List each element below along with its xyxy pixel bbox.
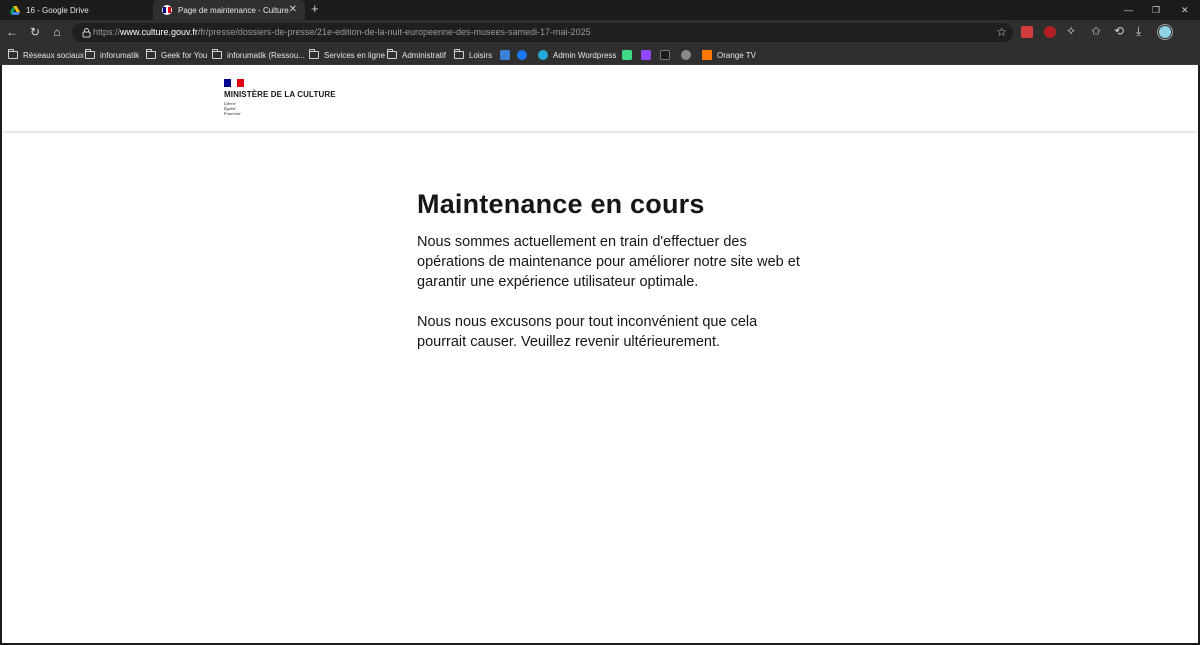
bookmark-folder-inforumatik-ressources[interactable]: inforumatik (Ressou...	[212, 49, 305, 61]
apology-message: Nous nous excusons pour tout inconvénien…	[417, 314, 758, 350]
ministry-name: MINISTÈRE DE LA CULTURE	[224, 90, 336, 99]
maintenance-message: Nous sommes actuellement en train d'effe…	[417, 234, 800, 290]
google-drive-icon	[10, 5, 20, 15]
folder-icon	[8, 49, 18, 59]
tab-strip: 16 - Google Drive Page de maintenance - …	[0, 0, 1200, 20]
url-scheme: https://	[93, 27, 121, 37]
bookmark-dark-app[interactable]	[660, 49, 675, 61]
profile-avatar[interactable]	[1158, 25, 1172, 39]
bookmark-folder-inforumatik[interactable]: inforumatik	[85, 49, 139, 61]
bookmark-folder-reseaux-sociaux[interactable]: Réseaux sociaux	[8, 49, 84, 61]
meta-icon	[517, 50, 527, 60]
bookmark-orange-tv[interactable]: Orange TV	[702, 49, 756, 61]
android-icon	[622, 50, 632, 60]
bookmark-meta[interactable]	[517, 49, 532, 61]
bookmark-label: Réseaux sociaux	[23, 50, 84, 60]
close-window-icon[interactable]: ✕	[1181, 4, 1189, 16]
bookmark-label: inforumatik	[100, 50, 140, 60]
extensions-icon[interactable]: ✧	[1066, 24, 1076, 38]
folder-icon	[454, 49, 464, 59]
tab-title: Page de maintenance - Culture.gouv.fr	[178, 5, 290, 15]
calendar-icon	[500, 50, 510, 60]
bookmark-label: inforumatik (Ressou...	[227, 50, 305, 60]
url-host: www.culture.gouv.fr	[120, 27, 198, 37]
page-title: Maintenance en cours	[417, 189, 705, 219]
bookmark-green-app[interactable]	[622, 49, 637, 61]
favorite-star-icon[interactable]: ☆	[996, 25, 1007, 39]
restore-icon[interactable]: ❐	[1152, 4, 1160, 16]
site-header: MINISTÈRE DE LA CULTURE Liberté Égalité …	[2, 65, 1198, 131]
page-viewport: MINISTÈRE DE LA CULTURE Liberté Égalité …	[2, 65, 1198, 643]
app-icon	[660, 50, 670, 60]
wordpress-icon	[538, 50, 548, 60]
back-icon[interactable]: ←	[5, 25, 19, 39]
extension-red-icon[interactable]	[1021, 26, 1033, 38]
favorites-icon[interactable]: ✩	[1091, 24, 1101, 38]
folder-icon	[212, 49, 222, 59]
tab-culture-maintenance[interactable]: Page de maintenance - Culture.gouv.fr ✕	[153, 0, 305, 20]
bookmark-folder-geek-for-you[interactable]: Geek for You	[146, 49, 207, 61]
tab-google-drive[interactable]: 16 - Google Drive	[0, 0, 152, 20]
address-bar[interactable]: https://www.culture.gouv.fr/fr/presse/do…	[72, 23, 1013, 42]
folder-icon	[387, 49, 397, 59]
bookmark-label: Administratif	[402, 50, 447, 60]
browser-toolbar: ← ↻ ⌂ https://www.culture.gouv.fr/fr/pre…	[0, 20, 1200, 45]
orange-icon	[702, 50, 712, 60]
minimize-icon[interactable]: —	[1124, 4, 1133, 16]
republic-motto: Liberté Égalité Fraternité	[224, 101, 336, 116]
bookmark-folder-administratif[interactable]: Administratif	[387, 49, 446, 61]
bookmark-folder-loisirs[interactable]: Loisirs	[454, 49, 492, 61]
bookmark-folder-services-en-ligne[interactable]: Services en ligne	[309, 49, 385, 61]
bookmark-label: Admin Wordpress	[553, 50, 617, 60]
tab-title: 16 - Google Drive	[26, 5, 89, 15]
folder-icon	[85, 49, 95, 59]
folder-icon	[146, 49, 156, 59]
extension-ublock-icon[interactable]	[1044, 26, 1056, 38]
bookmark-admin-wordpress[interactable]: Admin Wordpress	[538, 49, 616, 61]
url-text: https://www.culture.gouv.fr/fr/presse/do…	[93, 27, 591, 37]
motto-fraternite: Fraternité	[224, 111, 241, 116]
close-tab-icon[interactable]: ✕	[289, 4, 297, 16]
link-icon	[681, 50, 691, 60]
bookmark-twitch[interactable]	[641, 49, 656, 61]
marianne-icon	[162, 5, 172, 15]
twitch-icon	[641, 50, 651, 60]
lock-icon	[82, 28, 91, 38]
folder-icon	[309, 49, 319, 59]
home-icon[interactable]: ⌂	[50, 25, 64, 39]
new-tab-button[interactable]: +	[311, 2, 319, 16]
bookmark-label: Loisirs	[469, 50, 493, 60]
maintenance-content: Maintenance en cours Nous sommes actuell…	[417, 186, 807, 352]
bookmark-label: Orange TV	[717, 50, 756, 60]
ministry-logo[interactable]: MINISTÈRE DE LA CULTURE Liberté Égalité …	[224, 79, 336, 116]
bookmark-label: Geek for You	[161, 50, 208, 60]
bookmark-calendar[interactable]	[500, 49, 515, 61]
bookmark-label: Services en ligne	[324, 50, 385, 60]
bookmark-link[interactable]	[681, 49, 696, 61]
history-icon[interactable]: ⟲	[1114, 24, 1124, 38]
url-path: /fr/presse/dossiers-de-presse/21e-editio…	[197, 27, 591, 37]
downloads-icon[interactable]: ⤓	[1136, 24, 1141, 38]
french-flag-icon	[224, 79, 245, 87]
reload-icon[interactable]: ↻	[28, 25, 42, 39]
bookmarks-bar: Réseaux sociaux inforumatik Geek for You…	[0, 45, 1200, 65]
